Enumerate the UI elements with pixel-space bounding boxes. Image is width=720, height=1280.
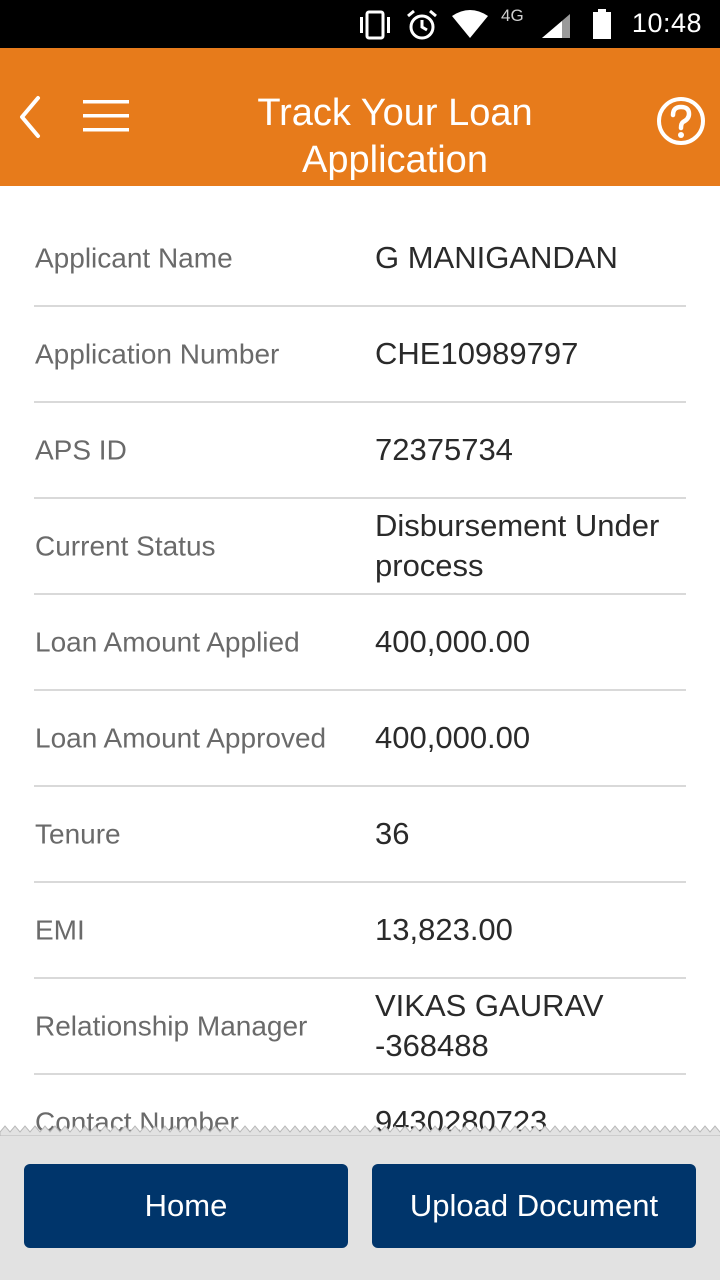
detail-row-applicant-name: Applicant Name G MANIGANDAN <box>34 211 686 307</box>
upload-document-button[interactable]: Upload Document <box>372 1164 696 1248</box>
help-icon <box>657 97 705 145</box>
loan-details-list: Applicant Name G MANIGANDAN Application … <box>34 211 686 1171</box>
detail-value: 72375734 <box>375 432 513 467</box>
battery-icon <box>593 9 611 39</box>
hamburger-menu-icon <box>83 100 129 132</box>
detail-label: Tenure <box>35 818 121 850</box>
detail-label: Relationship Manager <box>35 1010 308 1042</box>
bottom-action-bar: Home Upload Document <box>0 1125 720 1280</box>
detail-value: Disbursement Under process <box>375 508 660 583</box>
detail-value: 36 <box>375 816 410 851</box>
detail-label: Loan Amount Applied <box>35 626 300 658</box>
zigzag-edge <box>0 1125 720 1136</box>
detail-label: Applicant Name <box>35 242 233 274</box>
detail-row-application-number: Application Number CHE10989797 <box>34 307 686 403</box>
detail-row-aps-id: APS ID 72375734 <box>34 403 686 499</box>
alarm-icon <box>407 9 437 40</box>
detail-row-tenure: Tenure 36 <box>34 787 686 883</box>
network-type-label: 4G <box>501 6 524 25</box>
back-button[interactable] <box>10 92 54 142</box>
detail-value: 13,823.00 <box>375 912 513 947</box>
detail-row-emi: EMI 13,823.00 <box>34 883 686 979</box>
menu-button[interactable] <box>80 96 132 136</box>
detail-label: Application Number <box>35 338 280 370</box>
page-title: Track Your Loan Application <box>257 92 533 181</box>
detail-row-current-status: Current Status Disbursement Under proces… <box>34 499 686 595</box>
detail-label: Loan Amount Approved <box>35 722 327 754</box>
home-button[interactable]: Home <box>24 1164 348 1248</box>
app-bar: Track Your Loan Application <box>0 48 720 186</box>
status-bar: 4G 10:48 <box>0 0 720 48</box>
detail-label: APS ID <box>35 434 127 466</box>
wifi-icon <box>452 10 488 38</box>
detail-value: VIKAS GAURAV -368488 <box>375 988 604 1063</box>
detail-value: 400,000.00 <box>375 624 531 659</box>
detail-row-loan-amount-approved: Loan Amount Approved 400,000.00 <box>34 691 686 787</box>
detail-label: Current Status <box>35 530 216 562</box>
vibrate-icon <box>360 10 390 40</box>
back-arrow-icon <box>20 96 40 138</box>
detail-label: EMI <box>35 914 85 946</box>
detail-value: 400,000.00 <box>375 720 531 755</box>
track-loan-screen: 4G 10:48 Track Your Loan Application App… <box>0 0 720 1280</box>
cell-signal-icon <box>542 14 570 38</box>
detail-row-relationship-manager: Relationship Manager VIKAS GAURAV -36848… <box>34 979 686 1075</box>
status-time: 10:48 <box>631 8 702 38</box>
help-button[interactable] <box>654 94 708 148</box>
detail-row-loan-amount-applied: Loan Amount Applied 400,000.00 <box>34 595 686 691</box>
detail-value: CHE10989797 <box>375 336 579 371</box>
detail-value: G MANIGANDAN <box>375 240 618 275</box>
